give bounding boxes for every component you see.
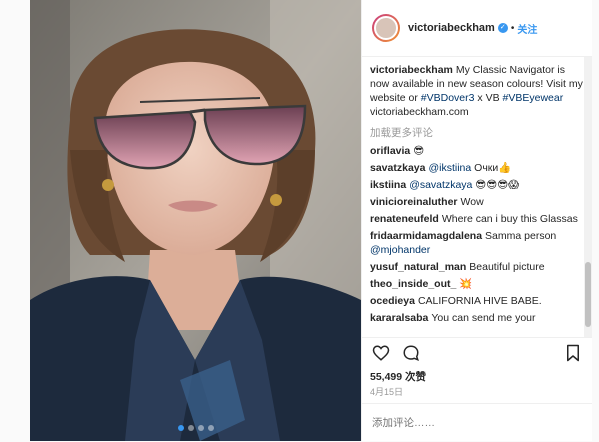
comment-item: fridaarmidamagdalenaSamma person @mjohan… (370, 229, 584, 257)
comment-item: kararalsabaYou can send me your (370, 311, 584, 325)
comment-text: 💥 (459, 278, 472, 290)
post-header: victoriabeckham ✓ • 关注 (362, 0, 592, 57)
carousel-dot-2[interactable] (188, 425, 194, 431)
comment-text: Where can i buy this Glassas (442, 213, 578, 225)
likes-count[interactable]: 55,499 次赞 (370, 369, 426, 384)
comments-scrollbar[interactable] (584, 57, 592, 337)
scrollbar-thumb[interactable] (585, 262, 591, 327)
comment-username[interactable]: ikstiina (370, 179, 406, 191)
comment-item: oriflavia😎 (370, 144, 584, 158)
comment-text: Samma person (485, 230, 556, 242)
comment-username[interactable]: yusuf_natural_man (370, 261, 466, 273)
carousel-dot-4[interactable] (208, 425, 214, 431)
hashtag-vbdover3[interactable]: #VBDover3 (421, 92, 475, 104)
add-comment-bar (362, 403, 592, 442)
comment-item: vinicioreinalutherWow (370, 195, 584, 209)
comment-item: renateneufeldWhere can i buy this Glassa… (370, 212, 584, 226)
carousel-dots (30, 425, 361, 431)
comment-item: savatzkaya@ikstiina Очки👍 (370, 161, 584, 175)
comment-username[interactable]: fridaarmidamagdalena (370, 230, 482, 242)
comment-username[interactable]: savatzkaya (370, 162, 425, 174)
comment-icon[interactable] (400, 342, 422, 364)
comment-item: theo_inside_out_💥 (370, 277, 584, 291)
post-sidebar: victoriabeckham ✓ • 关注 victoriabeckhamMy… (361, 0, 592, 441)
comment-username[interactable]: vinicioreinaluther (370, 196, 458, 208)
heart-icon[interactable] (370, 342, 392, 364)
comment-text: 😎😎😎😱 (475, 179, 519, 191)
caption-text-3: victoriabeckham.com (370, 106, 469, 118)
portrait-image (30, 0, 361, 441)
action-bar (362, 337, 592, 368)
comment-mention[interactable]: @mjohander (370, 244, 430, 256)
comment-username[interactable]: theo_inside_out_ (370, 278, 456, 290)
comment-text: 😎 (413, 145, 424, 157)
comment-text: You can send me your (431, 312, 535, 324)
right-gutter (591, 0, 599, 441)
comment-text: CALIFORNIA HIVE BABE. (418, 295, 542, 307)
bookmark-icon[interactable] (562, 342, 584, 364)
caption: victoriabeckhamMy Classic Navigator is n… (370, 57, 584, 119)
verified-icon: ✓ (498, 23, 508, 33)
hashtag-vbeyewear[interactable]: #VBEyewear (503, 92, 564, 104)
instagram-post-window: victoriabeckham ✓ • 关注 victoriabeckhamMy… (0, 0, 599, 441)
caption-text-2: x VB (474, 92, 502, 104)
comment-text: Beautiful picture (469, 261, 544, 273)
comment-username[interactable]: renateneufeld (370, 213, 439, 225)
comments-list: victoriabeckhamMy Classic Navigator is n… (362, 57, 584, 337)
comment-item: ocedieyaCALIFORNIA HIVE BABE. (370, 294, 584, 308)
follow-button[interactable]: 关注 (517, 21, 537, 36)
post-date[interactable]: 4月15日 (370, 385, 403, 398)
comment-item: ikstiina@savatzkaya 😎😎😎😱 (370, 178, 584, 192)
caption-username[interactable]: victoriabeckham (370, 64, 453, 76)
comment-item: yusuf_natural_manBeautiful picture (370, 260, 584, 274)
add-comment-input[interactable] (370, 416, 564, 430)
header-separator: • (511, 23, 515, 34)
comment-mention[interactable]: @ikstiina (428, 162, 471, 174)
comment-username[interactable]: oriflavia (370, 145, 410, 157)
header-username[interactable]: victoriabeckham (408, 22, 495, 34)
comment-mention[interactable]: @savatzkaya (409, 179, 472, 191)
load-more-comments[interactable]: 加载更多评论 (370, 125, 584, 140)
comment-username[interactable]: ocedieya (370, 295, 415, 307)
avatar[interactable] (372, 14, 400, 42)
comment-text: Wow (461, 196, 484, 208)
left-gutter (0, 0, 30, 441)
carousel-dot-3[interactable] (198, 425, 204, 431)
comment-username[interactable]: kararalsaba (370, 312, 428, 324)
post-photo[interactable] (30, 0, 361, 441)
comment-text: Очки👍 (474, 162, 511, 174)
carousel-dot-1[interactable] (178, 425, 184, 431)
